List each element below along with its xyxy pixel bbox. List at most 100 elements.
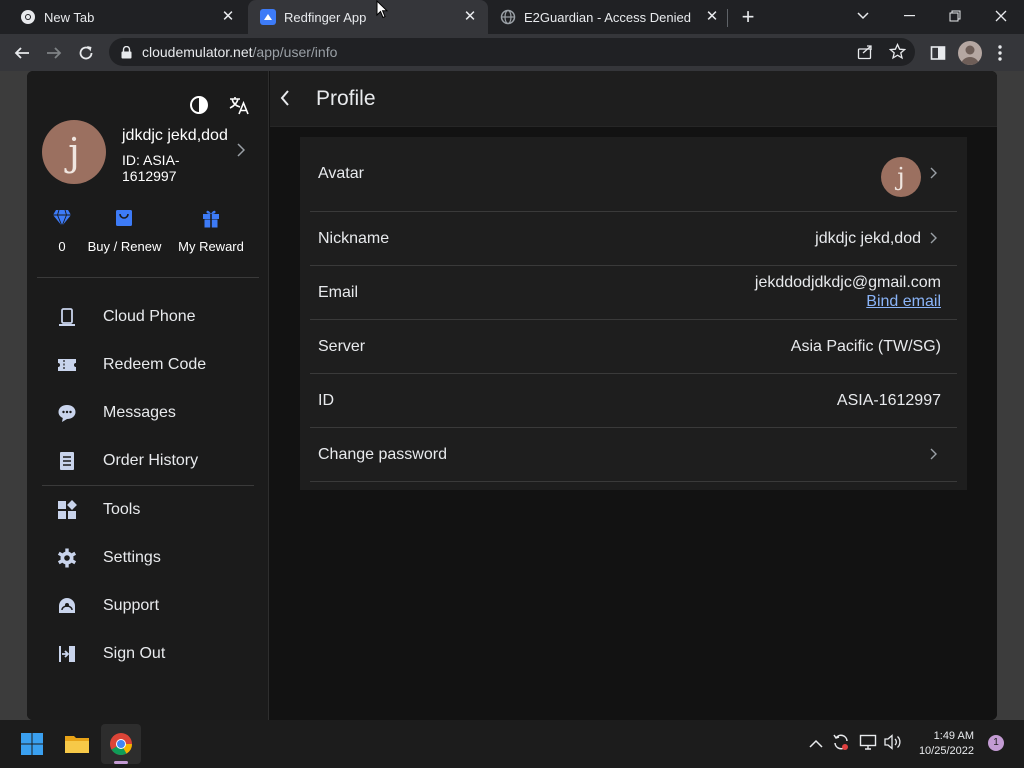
shopping-bag-icon bbox=[115, 209, 133, 232]
translate-icon[interactable] bbox=[228, 94, 250, 121]
my-reward-label: My Reward bbox=[178, 239, 244, 254]
address-bar[interactable]: cloudemulator.net/app/user/info bbox=[109, 38, 915, 66]
windows-taskbar: 1:49 AM 10/25/2022 1 bbox=[0, 720, 1024, 768]
sidebar-item-messages[interactable]: Messages bbox=[42, 393, 257, 433]
tab-new-tab[interactable]: New Tab ✕ bbox=[0, 0, 246, 34]
sidebar-item-sign-out[interactable]: Sign Out bbox=[42, 634, 257, 674]
gift-icon bbox=[202, 208, 220, 233]
close-window-icon[interactable] bbox=[978, 0, 1024, 32]
system-clock[interactable]: 1:49 AM 10/25/2022 bbox=[912, 729, 974, 759]
sync-update-icon[interactable] bbox=[832, 733, 850, 756]
forward-arrow-icon[interactable] bbox=[40, 39, 68, 67]
theme-contrast-icon[interactable] bbox=[189, 95, 209, 120]
sidebar-item-support[interactable]: Support bbox=[42, 586, 257, 626]
sidebar-item-order-history[interactable]: Order History bbox=[42, 441, 257, 481]
clock-date: 10/25/2022 bbox=[918, 745, 974, 757]
close-tab-icon[interactable]: ✕ bbox=[220, 9, 236, 25]
globe-icon bbox=[500, 9, 516, 25]
clock-time: 1:49 AM bbox=[933, 730, 974, 742]
back-arrow-icon[interactable] bbox=[8, 39, 36, 67]
user-id-line1: ID: ASIA- bbox=[122, 152, 180, 168]
tab-redfinger[interactable]: Redfinger App ✕ bbox=[248, 0, 488, 34]
username: jdkdjc jekd,dod bbox=[122, 127, 228, 144]
chevron-right-icon bbox=[930, 231, 937, 247]
divider bbox=[42, 485, 254, 486]
avatar-row[interactable]: Avatar j bbox=[310, 137, 957, 212]
lock-icon[interactable] bbox=[121, 45, 132, 59]
more-menu-icon[interactable] bbox=[986, 39, 1014, 67]
active-app-indicator bbox=[114, 761, 128, 764]
bind-email-link[interactable]: Bind email bbox=[866, 293, 941, 311]
file-explorer-icon[interactable] bbox=[57, 724, 97, 764]
close-tab-icon[interactable]: ✕ bbox=[462, 9, 478, 25]
network-icon[interactable] bbox=[859, 734, 877, 755]
sidebar-item-label: Tools bbox=[103, 501, 141, 518]
change-password-row[interactable]: Change password bbox=[310, 428, 957, 482]
redfinger-app: j jdkdjc jekd,dod ID: ASIA- 1612997 0 Bu… bbox=[27, 71, 997, 720]
email-row: Email jekddodjdkdjc@gmail.com Bind email bbox=[310, 266, 957, 320]
server-label: Server bbox=[318, 337, 366, 355]
avatar-letter: j bbox=[68, 130, 80, 174]
nickname-value: jdkdjc jekd,dod bbox=[815, 229, 921, 247]
user-avatar[interactable]: j bbox=[42, 120, 106, 184]
avatar-thumbnail[interactable]: j bbox=[881, 157, 921, 197]
cloud-phone-icon bbox=[56, 306, 78, 328]
email-value: jekddodjdkdjc@gmail.com bbox=[754, 274, 941, 291]
sidebar-item-label: Order History bbox=[103, 452, 199, 469]
email-label: Email bbox=[318, 283, 359, 301]
new-tab-plus-icon[interactable]: + bbox=[738, 6, 758, 28]
tab-title: Redfinger App bbox=[284, 9, 367, 25]
sidebar-item-label: Sign Out bbox=[103, 645, 166, 662]
server-value: Asia Pacific (TW/SG) bbox=[790, 337, 941, 355]
diamond-balance[interactable]: 0 bbox=[42, 205, 82, 255]
support-icon bbox=[56, 595, 78, 617]
id-label: ID bbox=[318, 391, 334, 409]
share-icon[interactable] bbox=[857, 44, 873, 63]
tab-e2guardian[interactable]: E2Guardian - Access Denied ✕ bbox=[490, 0, 730, 34]
minimize-window-icon[interactable] bbox=[886, 0, 932, 32]
windows-start-icon[interactable] bbox=[12, 724, 52, 764]
volume-icon[interactable] bbox=[884, 734, 902, 755]
bookmark-star-icon[interactable] bbox=[888, 42, 907, 63]
profile-avatar-icon[interactable] bbox=[958, 41, 982, 65]
buy-renew-label: Buy / Renew bbox=[87, 239, 162, 254]
close-tab-icon[interactable]: ✕ bbox=[704, 9, 720, 25]
back-chevron-icon[interactable] bbox=[280, 90, 294, 108]
notification-badge[interactable]: 1 bbox=[988, 735, 1004, 751]
user-id: ID: ASIA- 1612997 bbox=[122, 152, 180, 184]
sidebar-item-redeem-code[interactable]: Redeem Code bbox=[42, 345, 257, 385]
ticket-icon bbox=[56, 354, 78, 376]
id-row: ID ASIA-1612997 bbox=[310, 374, 957, 428]
divider bbox=[37, 277, 259, 278]
tab-separator bbox=[727, 9, 728, 27]
sign-out-icon bbox=[56, 643, 78, 665]
buy-renew-button[interactable]: Buy / Renew bbox=[82, 205, 167, 255]
sidebar-item-cloud-phone[interactable]: Cloud Phone bbox=[42, 297, 257, 337]
sidebar-item-label: Settings bbox=[103, 549, 161, 566]
show-hidden-icons-chevron-icon[interactable] bbox=[809, 736, 823, 754]
profile-header: Profile bbox=[270, 71, 997, 127]
tools-grid-icon bbox=[56, 499, 78, 521]
sidebar-item-label: Messages bbox=[103, 404, 176, 421]
chrome-taskbar-icon[interactable] bbox=[101, 724, 141, 764]
tab-title: New Tab bbox=[44, 9, 95, 25]
chrome-icon bbox=[20, 9, 36, 25]
sidebar-item-settings[interactable]: Settings bbox=[42, 538, 257, 578]
tab-search-chevron-icon[interactable] bbox=[840, 0, 886, 32]
browser-tab-strip: New Tab ✕ Redfinger App ✕ E2Guardian - A… bbox=[0, 0, 1024, 34]
sidebar-item-tools[interactable]: Tools bbox=[42, 490, 257, 530]
nickname-row[interactable]: Nickname jdkdjc jekd,dod bbox=[310, 212, 957, 266]
avatar-letter: j bbox=[897, 163, 905, 191]
mouse-cursor-icon bbox=[376, 0, 389, 24]
server-row: Server Asia Pacific (TW/SG) bbox=[310, 320, 957, 374]
nickname-label: Nickname bbox=[318, 229, 390, 247]
chevron-right-icon bbox=[930, 166, 937, 182]
side-panel-icon[interactable] bbox=[924, 39, 952, 67]
reload-icon[interactable] bbox=[72, 39, 100, 67]
restore-window-icon[interactable] bbox=[932, 0, 978, 32]
diamond-icon bbox=[52, 209, 72, 232]
id-value: ASIA-1612997 bbox=[836, 391, 941, 409]
my-reward-button[interactable]: My Reward bbox=[167, 205, 255, 255]
user-chevron-right-icon[interactable] bbox=[237, 143, 246, 162]
sidebar-item-label: Support bbox=[103, 597, 160, 614]
